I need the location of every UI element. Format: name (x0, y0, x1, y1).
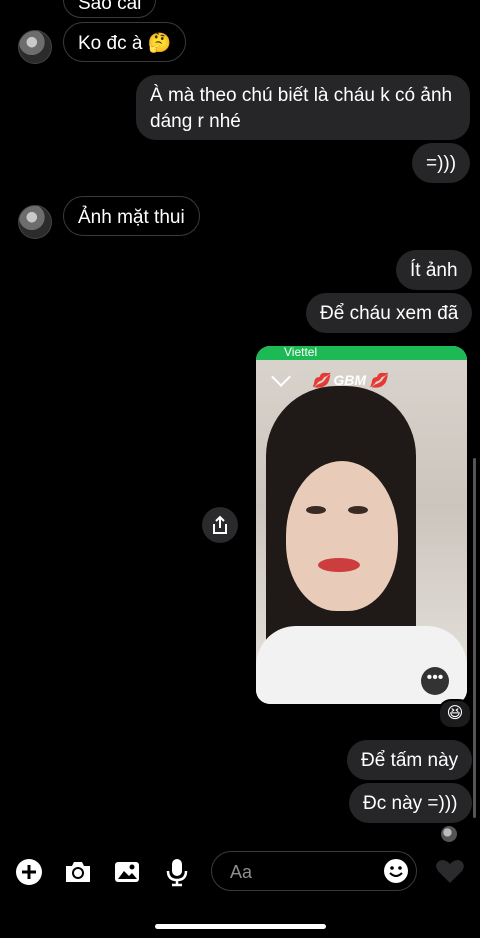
message-text: Đc này =))) (363, 793, 458, 814)
seen-avatar (441, 826, 457, 842)
message-text: Để cháu xem đã (320, 303, 459, 324)
carrier-label: Viettel (284, 346, 318, 359)
message-composer[interactable] (211, 851, 417, 891)
message-incoming-partial[interactable]: Sao cái (63, 0, 157, 18)
message-outgoing[interactable]: Ít ảnh (396, 250, 472, 290)
plus-icon[interactable] (13, 856, 45, 888)
home-indicator (155, 924, 326, 929)
shared-photo[interactable]: Viettel 💋 GBM 💋 ••• (256, 346, 467, 704)
message-outgoing[interactable]: Để tấm này (347, 740, 473, 780)
message-text: Sao cái (78, 0, 142, 14)
message-text-line: À mà theo chú biết là cháu k có ảnh (150, 85, 453, 106)
avatar[interactable] (18, 30, 52, 64)
camera-icon[interactable] (62, 856, 94, 888)
message-outgoing[interactable]: À mà theo chú biết là cháu k có ảnh dáng… (136, 75, 470, 140)
message-outgoing[interactable]: Đc này =))) (349, 783, 472, 823)
share-button[interactable] (202, 507, 238, 543)
message-text: Để tấm này (361, 750, 459, 771)
gallery-icon[interactable] (111, 856, 143, 888)
emoji-icon[interactable] (382, 857, 410, 885)
watermark-text: GBM (333, 372, 366, 388)
reaction-emoji: 😆 (446, 705, 464, 722)
photo-lips (318, 558, 360, 572)
watermark: 💋 GBM 💋 (312, 372, 388, 388)
message-text: Ko đc à 🤔 (78, 33, 172, 54)
avatar[interactable] (18, 205, 52, 239)
message-outgoing[interactable]: Để cháu xem đã (306, 293, 473, 333)
reaction-badge[interactable]: 😆 (438, 699, 472, 729)
message-text: =))) (426, 153, 457, 174)
message-incoming[interactable]: Ko đc à 🤔 (63, 22, 187, 62)
photo-eye (306, 506, 326, 514)
scrollbar[interactable] (473, 458, 476, 818)
more-dots-icon[interactable]: ••• (421, 667, 449, 695)
photo-eye (348, 506, 368, 514)
message-text: Ít ảnh (410, 260, 458, 281)
message-text: Ảnh mặt thui (78, 207, 185, 228)
chevron-down-icon (271, 367, 291, 387)
photo-status-bar: Viettel (256, 346, 467, 360)
message-incoming[interactable]: Ảnh mặt thui (63, 196, 200, 236)
message-input[interactable] (228, 860, 372, 884)
mic-icon[interactable] (161, 856, 193, 888)
share-icon (213, 515, 227, 534)
heart-icon[interactable] (434, 855, 466, 887)
message-text-line: dáng r nhé (150, 111, 241, 132)
photo-face (286, 461, 398, 611)
message-outgoing[interactable]: =))) (412, 143, 471, 183)
